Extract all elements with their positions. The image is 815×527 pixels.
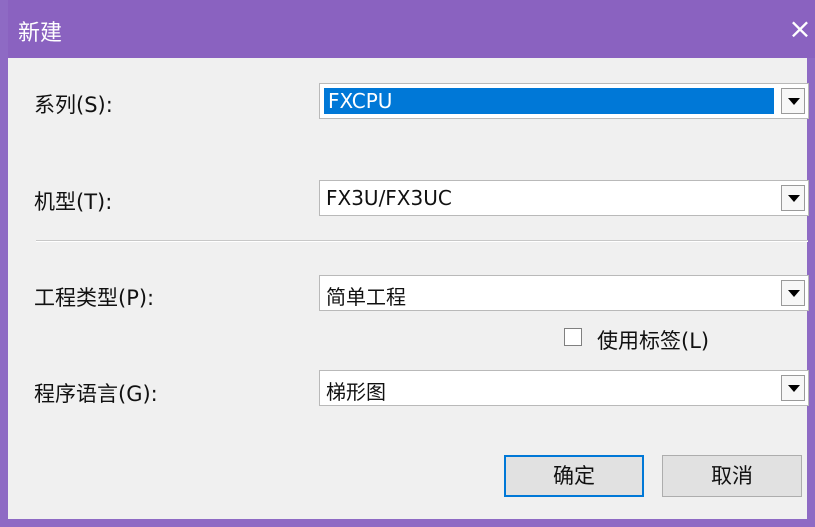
cancel-button[interactable]: 取消: [662, 455, 802, 497]
program-language-select[interactable]: 梯形图: [319, 370, 809, 406]
model-value: FX3U/FX3UC: [326, 186, 452, 210]
model-label: 机型(T):: [34, 190, 113, 214]
chevron-down-icon[interactable]: [781, 375, 805, 401]
project-type-select[interactable]: 简单工程: [319, 275, 809, 311]
series-label: 系列(S):: [34, 93, 113, 117]
ok-button[interactable]: 确定: [504, 455, 644, 497]
chevron-down-icon[interactable]: [781, 280, 805, 306]
project-type-label: 工程类型(P):: [34, 286, 155, 310]
series-select[interactable]: FXCPU: [319, 83, 809, 119]
close-icon[interactable]: ×: [783, 12, 815, 46]
use-labels-label: 使用标签(L): [597, 329, 710, 353]
chevron-down-icon[interactable]: [781, 185, 805, 211]
project-type-value: 简单工程: [326, 285, 406, 309]
title-bar[interactable]: 新建 ×: [8, 0, 815, 58]
use-labels-checkbox[interactable]: [564, 328, 582, 346]
dialog-title: 新建: [18, 21, 63, 46]
series-value: FXCPU: [324, 88, 774, 114]
section-divider: [36, 240, 808, 242]
program-language-label: 程序语言(G):: [34, 382, 158, 406]
new-project-dialog: 新建 × 系列(S): FXCPU 机型(T): FX3U/FX3UC 工程类型…: [0, 0, 815, 527]
model-select[interactable]: FX3U/FX3UC: [319, 180, 809, 216]
program-language-value: 梯形图: [326, 380, 386, 404]
chevron-down-icon[interactable]: [781, 88, 805, 114]
